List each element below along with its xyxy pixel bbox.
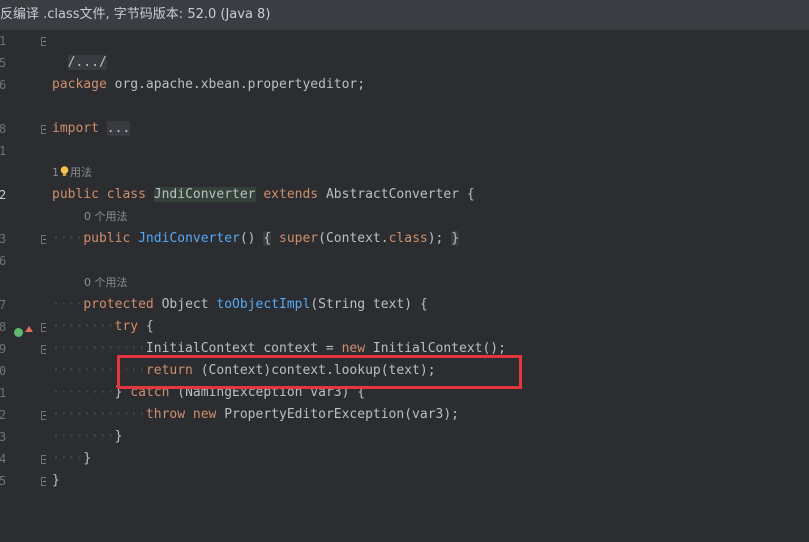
indent: ········	[52, 429, 115, 444]
keyword: public	[52, 187, 99, 202]
line-number: 8	[0, 122, 7, 136]
code-text: }	[114, 429, 123, 444]
code-line: ····protected Object toObjectImpl(String…	[52, 294, 428, 316]
code-text: Object	[161, 297, 209, 312]
line-number: 6	[0, 254, 7, 268]
code-text: }	[52, 473, 60, 488]
line-number: 2	[0, 408, 7, 422]
bulb-icon[interactable]	[60, 166, 69, 177]
usage-label: 用法	[70, 166, 92, 179]
code-text: (String text) {	[310, 297, 428, 312]
indent: ············	[52, 341, 146, 356]
line-number: 3	[0, 232, 7, 246]
usage-hint[interactable]: 0 个用法	[84, 272, 128, 294]
code-text: AbstractConverter {	[325, 187, 475, 202]
code-text: (Context.	[318, 231, 389, 246]
folded-brace[interactable]: }	[451, 231, 460, 246]
keyword: import	[52, 121, 99, 136]
constructor-name: JndiConverter	[138, 231, 240, 246]
code-line: public class JndiConverter extends Abstr…	[52, 184, 475, 206]
folded-brace[interactable]: {	[263, 231, 272, 246]
line-number: 1	[0, 34, 7, 48]
folded-imports[interactable]: ...	[106, 121, 131, 136]
line-number: 0	[0, 364, 7, 378]
code-text: ()	[239, 231, 256, 246]
keyword: try	[114, 319, 139, 334]
line-number-gutter: 1 5 6 8 1 2 3 6 7 8 9 0 1 2 3 4 5	[0, 30, 50, 542]
keyword: class	[388, 231, 428, 246]
line-number: 3	[0, 430, 7, 444]
code-line: ········try {	[52, 316, 154, 338]
keyword: new	[341, 341, 366, 356]
code-line: ········}	[52, 426, 122, 448]
code-editor[interactable]	[46, 30, 809, 542]
override-arrow-icon[interactable]	[25, 326, 33, 332]
code-text: InitialContext();	[365, 341, 506, 356]
class-name: JndiConverter	[153, 187, 256, 202]
indent: ········	[52, 319, 115, 334]
code-text: InitialContext context =	[145, 341, 342, 356]
usage-count: 1	[52, 166, 59, 179]
method-name: toObjectImpl	[216, 297, 311, 312]
folded-comment[interactable]: /.../	[67, 55, 107, 70]
keyword: extends	[263, 187, 319, 202]
code-line: package org.apache.xbean.propertyeditor;	[52, 74, 365, 96]
highlight-annotation-box	[117, 355, 522, 389]
implements-icon[interactable]	[14, 328, 23, 337]
decompiled-class-banner: 反编译 .class文件, 字节码版本: 52.0 (Java 8)	[0, 0, 809, 30]
keyword: public	[83, 231, 131, 246]
line-number: 2	[0, 188, 7, 202]
line-number: 1	[0, 144, 7, 158]
banner-text: 反编译 .class文件, 字节码版本: 52.0 (Java 8)	[0, 7, 271, 22]
line-number: 7	[0, 298, 7, 312]
line-number: 6	[0, 78, 7, 92]
code-line: /.../	[52, 30, 107, 70]
usage-hint[interactable]: 1 用法	[52, 162, 92, 184]
keyword: super	[279, 231, 319, 246]
indent: ····	[52, 297, 84, 312]
indent: ········	[52, 385, 115, 400]
code-text: {	[138, 319, 154, 334]
code-text: org.apache.xbean.propertyeditor;	[106, 77, 366, 92]
code-line: import ...	[52, 118, 131, 140]
usage-hint[interactable]: 0 个用法	[84, 206, 128, 228]
code-line: ············throw new PropertyEditorExce…	[52, 404, 459, 426]
indent: ····	[52, 231, 84, 246]
line-number: 1	[0, 386, 7, 400]
line-number: 9	[0, 342, 7, 356]
code-text: }	[83, 451, 92, 466]
line-number: 5	[0, 474, 7, 488]
line-number: 4	[0, 452, 7, 466]
code-text: );	[427, 231, 444, 246]
keyword: new	[192, 407, 217, 422]
line-number: 5	[0, 56, 7, 70]
code-line: }	[52, 470, 60, 492]
code-line: ····public JndiConverter() { super(Conte…	[52, 228, 460, 250]
indent: ····	[52, 451, 84, 466]
keyword: throw	[145, 407, 186, 422]
keyword: package	[52, 77, 107, 92]
code-text: PropertyEditorException(var3);	[216, 407, 460, 422]
keyword: protected	[83, 297, 154, 312]
keyword: class	[106, 187, 146, 202]
indent: ············	[52, 407, 146, 422]
code-line: ····}	[52, 448, 91, 470]
